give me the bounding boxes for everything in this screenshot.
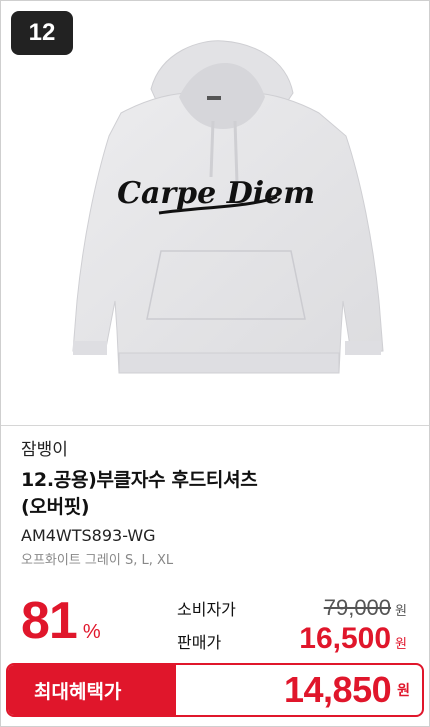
sale-price-label: 판매가 xyxy=(177,633,222,652)
sale-price: 16,500 xyxy=(299,622,392,655)
product-info: 잠뱅이 12.공용)부클자수 후드티셔츠 (오버핏) AM4WTS893-WG … xyxy=(21,439,409,571)
product-name-line2: (오버핏) xyxy=(21,496,90,518)
model-code: AM4WTS893-WG xyxy=(21,526,156,545)
retail-price-label: 소비자가 xyxy=(177,600,236,619)
retail-currency: 원 xyxy=(395,604,407,619)
sale-price-row: 판매가 16,500 원 xyxy=(177,622,407,656)
product-name[interactable]: 12.공용)부클자수 후드티셔츠 (오버핏) xyxy=(21,467,409,521)
hoodie-illustration: Carpe Diem xyxy=(72,40,384,374)
rank-badge: 12 xyxy=(11,11,73,55)
sale-currency: 원 xyxy=(395,637,407,652)
max-benefit-label: 최대혜택가 xyxy=(8,665,176,715)
option-text: 오프화이트 그레이 S, L, XL xyxy=(21,553,174,568)
retail-price-row: 소비자가 79,000 원 xyxy=(177,595,407,621)
retail-price: 79,000 xyxy=(323,595,392,620)
product-image[interactable]: 12 Carpe Diem xyxy=(1,1,429,426)
discount-unit: % xyxy=(82,621,101,643)
product-name-line1: 12.공용)부클자수 후드티셔츠 xyxy=(21,469,258,491)
discount-rate: 81 % xyxy=(21,593,101,649)
max-benefit-box[interactable]: 최대혜택가 14,850 원 xyxy=(6,663,424,717)
brand-name[interactable]: 잠뱅이 xyxy=(21,439,409,461)
max-benefit-currency: 원 xyxy=(397,683,410,699)
product-card[interactable]: 12 Carpe Diem 잠뱅이 12.공용)부클자수 후드티셔츠 (오버핏)… xyxy=(0,0,430,727)
discount-number: 81 xyxy=(21,592,78,650)
max-benefit-price: 14,850 xyxy=(284,669,392,710)
